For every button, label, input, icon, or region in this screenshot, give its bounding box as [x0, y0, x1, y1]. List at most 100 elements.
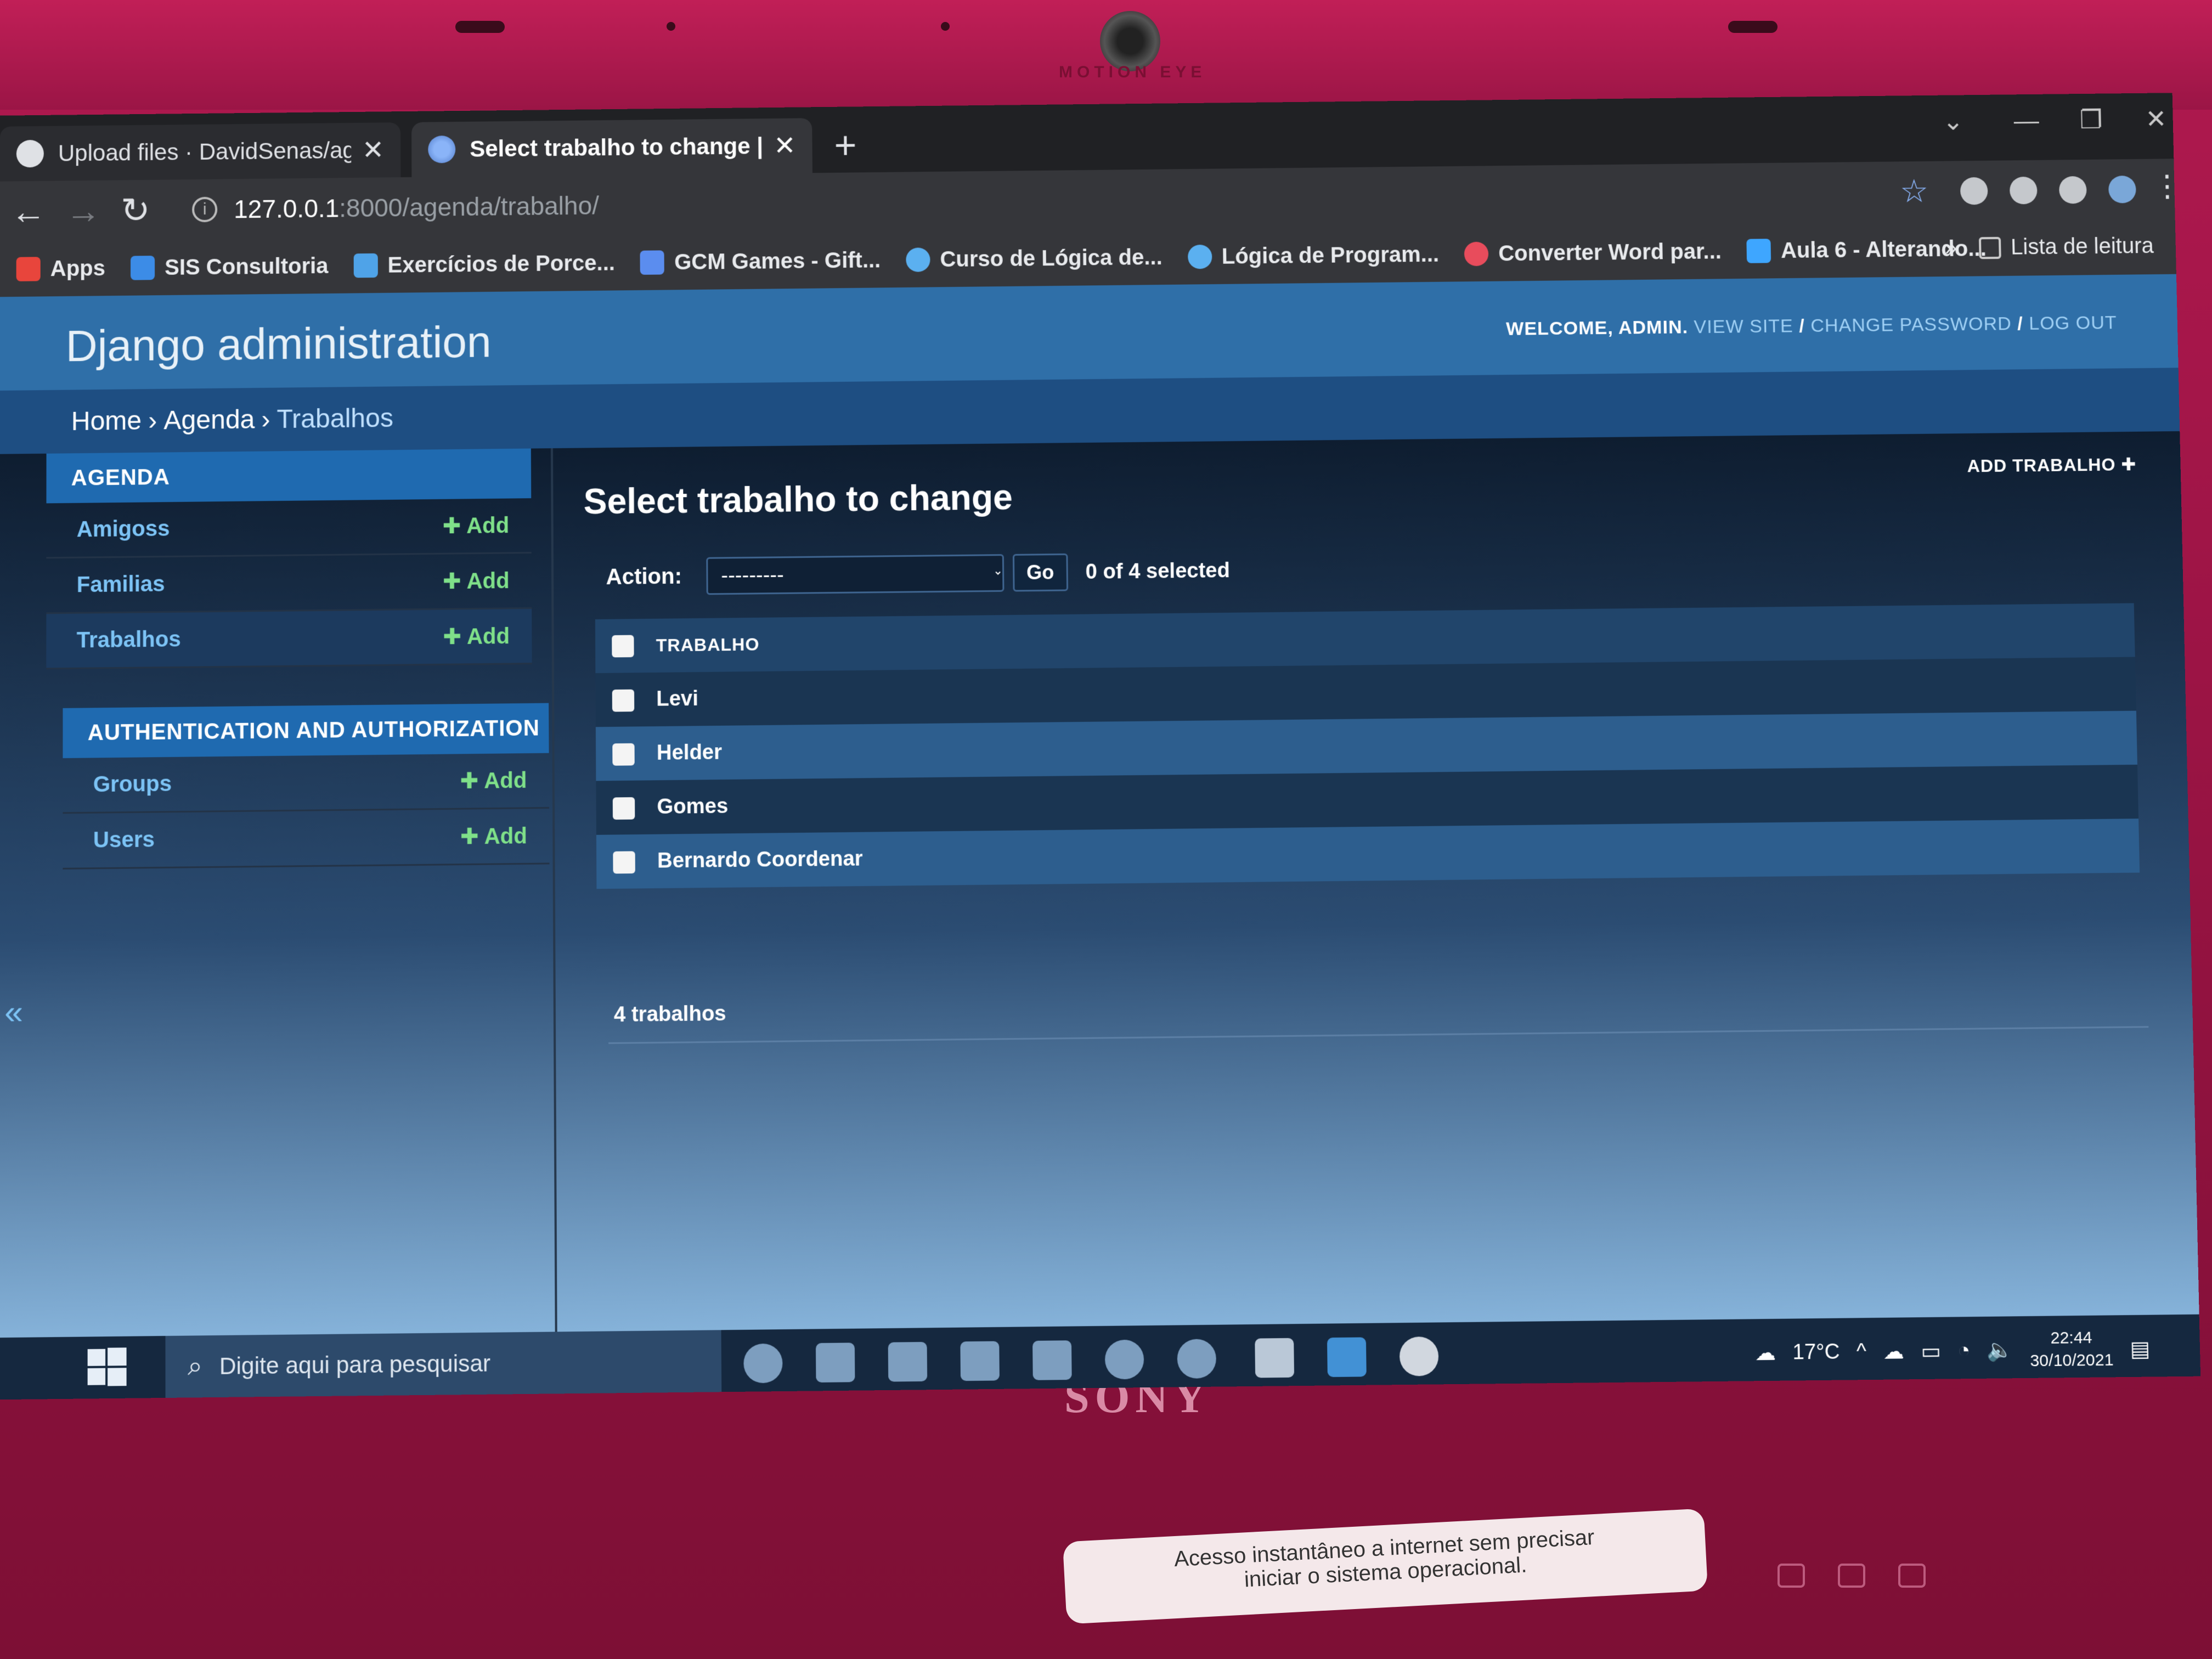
bookmark-gcm[interactable]: GCM Games - Gift...: [640, 248, 881, 275]
add-link[interactable]: ✚ Add: [443, 512, 510, 539]
reading-list[interactable]: » Lista de leitura: [1944, 234, 2154, 261]
row-checkbox[interactable]: [613, 851, 635, 874]
add-label: Add: [484, 823, 528, 849]
page-title: Select trabalho to change: [583, 477, 1013, 522]
breadcrumb-current: Trabalhos: [276, 403, 393, 435]
row-checkbox[interactable]: [612, 743, 635, 766]
ambient-sensor: [1728, 21, 1778, 33]
notification-icon[interactable]: ▤: [2130, 1336, 2150, 1362]
bookmark-apps[interactable]: Apps: [16, 256, 105, 281]
chrome-icon[interactable]: [1104, 1339, 1144, 1380]
row-checkbox[interactable]: [612, 689, 635, 712]
back-icon[interactable]: ←: [11, 191, 46, 232]
app-icon[interactable]: [1255, 1338, 1295, 1378]
bookmark-curso-logica[interactable]: Curso de Lógica de...: [906, 245, 1163, 272]
model-link[interactable]: Familias: [77, 572, 165, 597]
tab-upload-files[interactable]: Upload files · DavidSenas/agen ✕: [0, 122, 401, 182]
breadcrumb-agenda[interactable]: Agenda: [163, 404, 255, 436]
file-explorer-icon[interactable]: [888, 1342, 928, 1382]
reload-icon[interactable]: ↻: [121, 190, 150, 232]
url-host: 127.0.0.1: [234, 194, 340, 224]
breadcrumb-home[interactable]: Home: [71, 405, 142, 437]
go-button[interactable]: Go: [1012, 553, 1068, 592]
gcm-icon: [640, 250, 665, 275]
time: 22:44: [2050, 1328, 2092, 1348]
hardware-button-icon[interactable]: [1778, 1564, 1805, 1588]
row-checkbox[interactable]: [612, 797, 635, 820]
info-icon[interactable]: i: [192, 196, 218, 223]
change-password-link[interactable]: CHANGE PASSWORD: [1810, 313, 2012, 336]
logout-link[interactable]: LOG OUT: [2029, 312, 2117, 334]
new-tab-icon[interactable]: +: [834, 123, 857, 167]
add-link[interactable]: ✚ Add: [460, 823, 527, 849]
site-title[interactable]: Django administration: [66, 317, 492, 372]
toggle-sidebar-button[interactable]: «: [4, 992, 23, 1031]
cortana-icon[interactable]: [743, 1343, 783, 1384]
add-link[interactable]: ✚ Add: [460, 768, 527, 794]
temperature[interactable]: 17°C: [1792, 1340, 1840, 1364]
model-link[interactable]: Users: [93, 827, 155, 853]
weather-icon[interactable]: ☁: [1754, 1340, 1776, 1365]
bookmark-star-icon[interactable]: ☆: [1899, 172, 1928, 210]
indicator-dot: [667, 22, 675, 31]
hardware-button-icon[interactable]: [1898, 1564, 1926, 1588]
selection-counter: 0 of 4 selected: [1085, 558, 1231, 584]
taskbar-search-input[interactable]: ⌕ Digite aqui para pesquisar: [165, 1330, 722, 1398]
sidebar-item-groups: Groups ✚ Add: [63, 753, 550, 814]
add-label: Add: [466, 568, 510, 594]
minimize-icon[interactable]: —: [2013, 105, 2039, 135]
ambient-sensor: [455, 21, 505, 33]
photos-icon[interactable]: [1032, 1340, 1072, 1380]
plus-icon: ✚: [2120, 454, 2137, 475]
close-icon[interactable]: ✕: [774, 131, 796, 161]
add-trabalho-button[interactable]: ADD TRABALHO ✚: [1967, 454, 2136, 477]
bookmark-label: Converter Word par...: [1498, 239, 1722, 266]
media-icon[interactable]: [2058, 176, 2087, 204]
add-link[interactable]: ✚ Add: [443, 623, 510, 650]
tab-select-trabalho[interactable]: Select trabalho to change | Djan ✕: [411, 118, 812, 177]
windows-start-icon[interactable]: [82, 1342, 132, 1393]
bookmark-exercicios[interactable]: Exercícios de Porce...: [353, 251, 615, 278]
profile-avatar[interactable]: [2108, 176, 2136, 204]
close-window-icon[interactable]: ✕: [2145, 104, 2167, 133]
battery-icon[interactable]: ▭: [1921, 1338, 1941, 1364]
bookmark-sis[interactable]: SIS Consultoria: [130, 253, 329, 280]
close-icon[interactable]: ✕: [362, 134, 384, 165]
extension-icon[interactable]: [1960, 177, 1988, 205]
task-view-icon[interactable]: [815, 1342, 855, 1383]
view-site-link[interactable]: VIEW SITE: [1694, 315, 1793, 337]
store-icon[interactable]: [960, 1341, 1000, 1381]
wifi-icon[interactable]: ◔: [1957, 1339, 1971, 1363]
puzzle-icon[interactable]: [2009, 176, 2038, 205]
checkbox-cell: [595, 726, 640, 781]
sidebar-item-users: Users ✚ Add: [63, 808, 550, 870]
add-link[interactable]: ✚ Add: [443, 568, 510, 594]
chrome-profile-icon[interactable]: [1177, 1339, 1217, 1379]
select-all-checkbox[interactable]: [612, 635, 634, 658]
hardware-button-icon[interactable]: [1838, 1564, 1865, 1588]
chrome-active-icon[interactable]: [1399, 1336, 1439, 1376]
module-caption[interactable]: AUTHENTICATION AND AUTHORIZATION: [63, 703, 549, 758]
tab-search-icon[interactable]: ⌄: [1942, 106, 1964, 136]
select-all-cell: [595, 619, 640, 673]
forward-icon[interactable]: →: [66, 190, 101, 232]
model-link[interactable]: Amigoss: [77, 516, 170, 542]
onedrive-icon[interactable]: ☁: [1883, 1339, 1904, 1364]
module-auth: AUTHENTICATION AND AUTHORIZATION Groups …: [63, 703, 550, 870]
add-label: Add: [484, 768, 527, 793]
model-link[interactable]: Trabalhos: [77, 627, 181, 653]
clock[interactable]: 22:44 30/10/2021: [2029, 1327, 2114, 1373]
tab-title: Select trabalho to change | Djan: [470, 133, 763, 162]
bookmark-logica-programacao[interactable]: Lógica de Program...: [1187, 242, 1439, 269]
restore-icon[interactable]: ❐: [2079, 105, 2102, 134]
model-link[interactable]: Groups: [93, 771, 172, 797]
module-caption[interactable]: AGENDA: [46, 448, 532, 504]
action-select[interactable]: ---------: [706, 554, 1005, 595]
vscode-icon[interactable]: [1327, 1337, 1367, 1378]
volume-icon[interactable]: 🔈: [1987, 1338, 2013, 1363]
address-bar[interactable]: i 127.0.0.1 :8000/agenda/trabalho/: [170, 171, 1818, 232]
chevron-up-icon[interactable]: ^: [1856, 1340, 1866, 1364]
more-bookmarks-icon[interactable]: »: [1944, 236, 1957, 261]
result-list: TRABALHO Levi Helder Gomes Bernardo Coor…: [595, 603, 2140, 889]
bookmark-converter-word[interactable]: Converter Word par...: [1464, 239, 1722, 267]
